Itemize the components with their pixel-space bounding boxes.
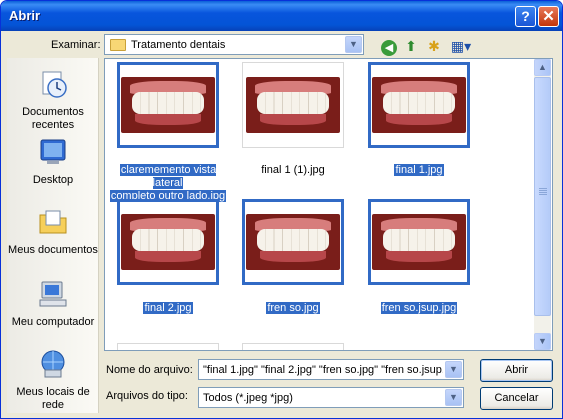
file-name: fren so.jpg [266, 302, 320, 314]
file-name-value: "final 1.jpg" "final 2.jpg" "fren so.jpg… [203, 364, 443, 376]
file-caption[interactable]: fren so.jpg [232, 302, 354, 315]
desktop-icon [40, 139, 66, 164]
scroll-thumb[interactable] [534, 77, 551, 316]
file-type-label: Arquivos do tipo: [106, 390, 188, 402]
help-button[interactable]: ? [515, 6, 536, 27]
back-icon[interactable]: ◀ [379, 36, 399, 56]
chevron-down-icon[interactable]: ▼ [445, 389, 462, 406]
look-in-value: Tratamento dentais [131, 39, 226, 51]
file-caption[interactable]: final 1.jpg [358, 164, 480, 177]
file-type-value: Todos (*.jpeg *jpg) [203, 392, 293, 404]
dental-photo [246, 77, 340, 133]
dental-photo [121, 214, 215, 270]
file-thumbnail[interactable] [117, 343, 219, 350]
file-name-field[interactable]: "final 1.jpg" "final 2.jpg" "fren so.jpg… [198, 359, 464, 380]
file-thumbnail[interactable] [242, 62, 344, 148]
new-folder-icon[interactable]: ✱ [424, 36, 444, 56]
open-button[interactable]: Abrir [480, 359, 553, 382]
look-in-dropdown[interactable]: Tratamento dentais ▼ [104, 34, 364, 55]
dental-photo [121, 77, 215, 133]
file-thumbnail[interactable] [368, 199, 470, 285]
title-bar[interactable]: Abrir ? ✕ [1, 1, 562, 31]
file-thumbnail[interactable] [117, 199, 219, 285]
dental-photo [372, 214, 466, 270]
open-dialog: Abrir ? ✕ Examinar: Tratamento dentais ▼… [0, 0, 563, 419]
file-caption[interactable]: fren so.jsup.jpg [358, 302, 480, 315]
file-thumbnail[interactable] [242, 343, 344, 350]
file-name: final 2.jpg [143, 302, 193, 314]
file-type-dropdown[interactable]: Todos (*.jpeg *jpg) ▼ [198, 387, 464, 408]
chevron-down-icon[interactable]: ▼ [345, 36, 362, 53]
places-bar: Documentos recentes Desktop Meus documen… [7, 58, 99, 413]
place-my-computer[interactable]: Meu computador [7, 278, 99, 329]
place-label: Meus documentos [8, 244, 98, 256]
place-label: Documentos recentes [22, 106, 84, 131]
scroll-up-button[interactable]: ▲ [534, 59, 551, 76]
file-name: fren so.jsup.jpg [380, 302, 458, 314]
look-in-label: Examinar: [51, 39, 101, 51]
place-label: Meus locais de rede [16, 386, 90, 411]
place-label: Desktop [32, 174, 74, 186]
close-button[interactable]: ✕ [538, 6, 559, 27]
file-caption[interactable]: final 2.jpg [107, 302, 229, 315]
file-thumbnail[interactable] [117, 62, 219, 148]
dental-photo [246, 214, 340, 270]
my-documents-icon [39, 210, 67, 234]
cancel-button[interactable]: Cancelar [480, 387, 553, 410]
file-name: final 1.jpg [394, 164, 444, 176]
file-name: final 1 (1).jpg [261, 164, 325, 176]
recent-documents-icon [42, 71, 67, 98]
file-caption[interactable]: clarememento vista lateral completo outr… [107, 164, 229, 203]
dialog-title: Abrir [9, 8, 41, 23]
my-computer-icon [39, 281, 67, 307]
dental-photo [372, 77, 466, 133]
folder-icon [110, 39, 126, 51]
view-menu-icon[interactable]: ▦▾ [448, 36, 474, 56]
network-places-icon [41, 350, 65, 378]
scroll-down-button[interactable]: ▼ [534, 333, 551, 350]
file-thumbnail[interactable] [242, 199, 344, 285]
place-my-documents[interactable]: Meus documentos [7, 206, 99, 257]
place-desktop[interactable]: Desktop [7, 136, 99, 187]
place-network[interactable]: Meus locais de rede [7, 348, 99, 412]
vertical-scrollbar[interactable]: ▲ ▼ [534, 59, 551, 350]
file-caption[interactable]: final 1 (1).jpg [232, 164, 354, 177]
place-label: Meu computador [11, 316, 95, 328]
file-name-line1: clarememento vista lateral [119, 164, 217, 189]
file-list[interactable]: clarememento vista lateral completo outr… [104, 58, 553, 351]
chevron-down-icon[interactable]: ▼ [445, 361, 462, 378]
file-thumbnail[interactable] [368, 62, 470, 148]
place-recent-documents[interactable]: Documentos recentes [7, 68, 99, 132]
up-folder-icon[interactable]: ⬆ [401, 36, 421, 56]
file-name-label: Nome do arquivo: [106, 364, 193, 376]
